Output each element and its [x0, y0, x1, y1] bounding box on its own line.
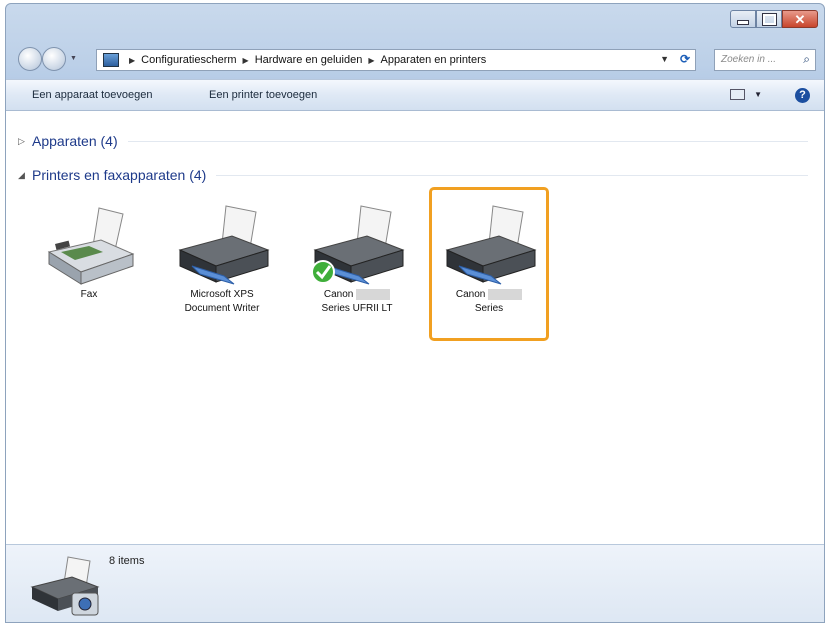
breadcrumb-separator-icon: ▶ [129, 55, 136, 65]
divider [216, 174, 808, 176]
command-bar: Een apparaat toevoegen Een printer toevo… [6, 79, 824, 111]
close-icon: ✕ [794, 11, 806, 27]
control-panel-icon [103, 53, 119, 67]
refresh-icon[interactable]: ⟳ [680, 52, 690, 66]
minimize-icon [737, 19, 749, 25]
device-microsoft-xps-document-writer[interactable]: Microsoft XPS Document Writer [172, 200, 272, 316]
breadcrumb-separator-icon: ▶ [242, 55, 249, 65]
divider [127, 140, 808, 142]
printer-icon [445, 205, 537, 285]
search-icon[interactable]: ⌕ [803, 52, 810, 67]
device-canon-ufrii-lt[interactable]: Canon Series UFRII LT [307, 200, 407, 316]
devices-and-printers-icon [30, 556, 100, 616]
maximize-icon [761, 12, 777, 26]
printer-icon [178, 205, 270, 285]
collapse-arrow-icon: ◢ [18, 169, 25, 180]
device-canon-series[interactable]: Canon Series [439, 200, 539, 316]
back-button[interactable] [18, 47, 42, 71]
breadcrumb-separator-icon: ▶ [368, 55, 375, 65]
forward-button[interactable] [42, 47, 66, 71]
address-dropdown-icon[interactable]: ▼ [660, 54, 669, 64]
group-header-devices[interactable]: ▷ Apparaten (4) [18, 133, 808, 149]
close-button[interactable]: ✕ [782, 10, 818, 28]
search-placeholder: Zoeken in ... [721, 54, 777, 65]
change-view-button[interactable]: ▼ [730, 89, 762, 100]
group-label: Printers en faxapparaten (4) [32, 167, 207, 183]
device-label-brand: Canon [323, 289, 354, 300]
group-header-printers[interactable]: ◢ Printers en faxapparaten (4) [18, 167, 808, 183]
device-label-line2: Document Writer [184, 303, 260, 314]
device-label-line1: Canon [307, 288, 407, 302]
group-label: Apparaten (4) [32, 133, 118, 149]
redacted-model [356, 288, 391, 300]
search-input[interactable]: Zoeken in ... ⌕ [714, 49, 816, 71]
breadcrumb-item[interactable]: Apparaten en printers [380, 54, 486, 66]
expand-arrow-icon: ▷ [18, 135, 25, 146]
minimize-button[interactable] [730, 10, 756, 28]
device-label-line2: Series [474, 303, 504, 314]
fax-icon [47, 207, 135, 285]
breadcrumb-item[interactable]: Hardware en geluiden [255, 54, 363, 66]
default-printer-check-icon [311, 260, 335, 284]
recent-pages-chevron-icon[interactable]: ▼ [70, 55, 77, 62]
breadcrumb-item[interactable]: Configuratiescherm [141, 54, 236, 66]
maximize-button[interactable] [756, 10, 782, 28]
device-label-line1: Canon [439, 288, 539, 302]
caption-buttons: ✕ [730, 10, 818, 28]
view-icon [730, 89, 746, 100]
details-pane: 8 items [6, 544, 824, 622]
item-count: 8 items [109, 555, 145, 567]
help-icon[interactable]: ? [795, 88, 810, 103]
device-label-line1: Fax [80, 289, 98, 300]
view-dropdown-icon: ▼ [754, 90, 762, 100]
address-bar[interactable]: ▶ Configuratiescherm ▶ Hardware en gelui… [96, 49, 696, 71]
explorer-window: ✕ ▼ ▶ Configuratiescherm ▶ Hardware en g… [5, 3, 825, 623]
device-fax[interactable]: Fax [39, 200, 139, 302]
redacted-model [488, 288, 523, 300]
add-device-button[interactable]: Een apparaat toevoegen [32, 89, 153, 101]
add-printer-button[interactable]: Een printer toevoegen [209, 89, 317, 101]
content-pane: ▷ Apparaten (4) ◢ Printers en faxapparat… [6, 111, 824, 544]
device-label-line2: Series UFRII LT [321, 303, 393, 314]
printer-icon [311, 205, 405, 285]
device-label-brand: Canon [455, 289, 486, 300]
device-label-line1: Microsoft XPS [190, 289, 254, 300]
navigation-row: ▼ ▶ Configuratiescherm ▶ Hardware en gel… [6, 44, 824, 74]
